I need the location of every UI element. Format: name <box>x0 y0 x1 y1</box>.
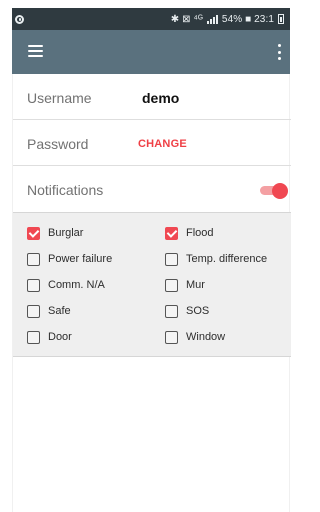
username-value: demo <box>142 90 180 106</box>
hamburger-menu-icon[interactable] <box>28 45 43 57</box>
comm-na-checkbox-item[interactable]: Comm. N/A <box>27 275 105 295</box>
password-row: Password CHANGE <box>13 120 291 166</box>
burglar-checkbox-item[interactable]: Burglar <box>27 223 83 243</box>
username-label: Username <box>27 90 92 106</box>
sos-checkbox[interactable] <box>165 304 178 318</box>
notification-types-panel: Burglar Flood Power failure Temp. differ… <box>13 212 291 357</box>
window-checkbox-item[interactable]: Window <box>165 327 225 347</box>
window-label: Window <box>186 331 226 343</box>
three-dots-vertical-icon[interactable] <box>276 44 282 60</box>
notifications-row: Notifications <box>13 166 291 212</box>
safe-label: Safe <box>48 305 71 317</box>
toggle-thumb <box>272 183 288 199</box>
status-right: ✱ ⊠ ⁴ᴳ 54% ■ 23:1 <box>171 14 284 25</box>
flood-checkbox-item[interactable]: Flood <box>165 223 214 243</box>
status-text: 54% ■ 23:1 <box>221 13 274 25</box>
comm-na-label: Comm. N/A <box>48 279 105 291</box>
mur-label: Mur <box>186 279 205 291</box>
battery-icon <box>278 14 284 24</box>
circle-status-icon <box>15 14 24 24</box>
mobile-screen: ✱ ⊠ ⁴ᴳ 54% ■ 23:1 Username demo Password… <box>0 0 292 512</box>
safe-checkbox[interactable] <box>27 304 40 318</box>
password-label: Password <box>27 136 89 152</box>
sos-label: SOS <box>186 305 210 317</box>
window-checkbox[interactable] <box>165 330 178 344</box>
door-checkbox[interactable] <box>27 330 40 344</box>
change-password-button[interactable]: CHANGE <box>138 138 187 150</box>
signal-icon <box>206 14 218 24</box>
status-bar: ✱ ⊠ ⁴ᴳ 54% ■ 23:1 <box>12 8 290 30</box>
flood-checkbox[interactable] <box>165 226 178 240</box>
mur-checkbox-item[interactable]: Mur <box>165 275 205 295</box>
sos-checkbox-item[interactable]: SOS <box>165 301 209 321</box>
power-failure-label: Power failure <box>48 253 113 265</box>
notifications-label: Notifications <box>27 182 104 198</box>
power-failure-checkbox[interactable] <box>27 252 40 266</box>
username-row: Username demo <box>13 74 291 120</box>
app-bar <box>12 30 290 74</box>
flood-label: Flood <box>186 227 214 239</box>
power-failure-checkbox-item[interactable]: Power failure <box>27 249 112 269</box>
door-checkbox-item[interactable]: Door <box>27 327 72 347</box>
temp-difference-checkbox-item[interactable]: Temp. difference <box>165 249 267 269</box>
burglar-label: Burglar <box>48 227 84 239</box>
account-settings-form: Username demo Password CHANGE Notificati… <box>12 74 291 512</box>
door-label: Door <box>48 331 72 343</box>
status-left <box>15 14 24 24</box>
comm-na-checkbox[interactable] <box>27 278 40 292</box>
burglar-checkbox[interactable] <box>27 226 40 240</box>
notifications-toggle[interactable] <box>260 183 288 199</box>
temp-difference-checkbox[interactable] <box>165 252 178 266</box>
temp-difference-label: Temp. difference <box>186 253 268 265</box>
status-symbols: ✱ ⊠ ⁴ᴳ <box>170 13 203 25</box>
mur-checkbox[interactable] <box>165 278 178 292</box>
safe-checkbox-item[interactable]: Safe <box>27 301 71 321</box>
